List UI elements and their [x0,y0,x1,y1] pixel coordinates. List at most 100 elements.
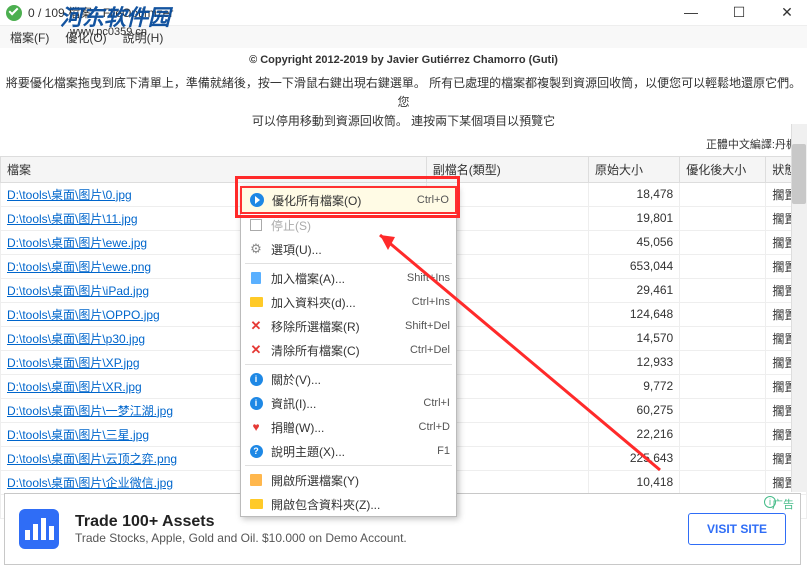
ctx-separator [245,364,452,365]
file-link[interactable]: D:\tools\桌面\图片\11.jpg [7,212,138,226]
file-link[interactable]: D:\tools\桌面\图片\0.jpg [7,188,132,202]
ctx-addfolder-shortcut: Ctrl+Ins [412,296,450,308]
ad-label: 广告 [772,496,794,512]
ctx-clearall-shortcut: Ctrl+Del [410,344,450,356]
col-header-orig[interactable]: 原始大小 [589,156,680,182]
col-header-opt[interactable]: 優化後大小 [680,156,766,182]
ctx-info-label: 資訊(I)... [271,395,423,412]
cell-orig-size: 22,216 [589,422,680,446]
ctx-addfolder-label: 加入資料夾(d)... [271,294,412,311]
cell-orig-size: 14,570 [589,326,680,350]
app-icon [6,5,22,21]
cell-opt-size [680,206,766,230]
cell-opt-size [680,278,766,302]
file-link[interactable]: D:\tools\桌面\图片\ewe.jpg [7,236,147,250]
file-link[interactable]: D:\tools\桌面\图片\XP.jpg [7,356,140,370]
play-icon [248,192,266,208]
ctx-separator [245,263,452,264]
cell-opt-size [680,422,766,446]
ctx-options[interactable]: ⚙ 選項(U)... [241,237,456,261]
clear-icon: ✕ [247,342,265,358]
ctx-opensel-label: 開啟所選檔案(Y) [271,472,450,489]
vertical-scrollbar[interactable] [791,124,807,492]
menu-optimize[interactable]: 優化(O) [57,27,114,48]
ctx-info-shortcut: Ctrl+I [423,397,450,409]
file-link[interactable]: D:\tools\桌面\图片\三星.jpg [7,428,149,442]
file-link[interactable]: D:\tools\桌面\图片\iPad.jpg [7,284,149,298]
ctx-separator [245,465,452,466]
menu-help[interactable]: 說明(H) [115,27,172,48]
ctx-optimize-label: 優化所有檔案(O) [272,192,417,209]
cell-orig-size: 29,461 [589,278,680,302]
question-icon: ? [247,443,265,459]
ctx-optimize-shortcut: Ctrl+O [417,194,449,206]
cell-orig-size: 10,418 [589,470,680,494]
translator-credit: 正體中文編譯:丹楓 [0,134,807,156]
file-link[interactable]: D:\tools\桌面\图片\云顶之弈.png [7,452,177,466]
cell-orig-size: 18,478 [589,182,680,206]
minimize-button[interactable]: — [677,4,705,21]
ctx-about-label: 關於(V)... [271,371,450,388]
info-icon: i [247,371,265,387]
ctx-removesel-shortcut: Shift+Del [405,320,450,332]
ctx-addfile-shortcut: Shift+Ins [407,272,450,284]
file-link[interactable]: D:\tools\桌面\图片\一梦江湖.jpg [7,404,173,418]
cell-orig-size: 45,056 [589,230,680,254]
cell-opt-size [680,302,766,326]
file-link[interactable]: D:\tools\桌面\图片\企业微信.jpg [7,476,173,490]
scrollbar-thumb[interactable] [792,144,806,204]
remove-icon: ✕ [247,318,265,334]
ctx-donate-shortcut: Ctrl+D [419,421,450,433]
ctx-about[interactable]: i 關於(V)... [241,367,456,391]
instructions-text: 將要優化檔案拖曳到底下清單上，準備就緒後，按一下滑鼠右鍵出現右鍵選單。 所有已處… [0,68,807,134]
file-link[interactable]: D:\tools\桌面\图片\XR.jpg [7,380,142,394]
cell-opt-size [680,326,766,350]
file-link[interactable]: D:\tools\桌面\图片\OPPO.jpg [7,308,160,322]
file-link[interactable]: D:\tools\桌面\图片\p30.jpg [7,332,145,346]
ad-visit-button[interactable]: VISIT SITE [688,513,786,545]
file-link[interactable]: D:\tools\桌面\图片\ewe.png [7,260,151,274]
instr-line2: 可以停用移動到資源回收筒。 連按兩下某個項目以預覽它 [252,114,555,128]
copyright-text: © Copyright 2012-2019 by Javier Gutiérre… [0,48,807,68]
cell-orig-size: 653,044 [589,254,680,278]
ctx-help-shortcut: F1 [437,445,450,457]
window-title: 0 / 109 檔案 - FileOptimizer [28,4,677,21]
cell-orig-size: 225,643 [589,446,680,470]
cell-opt-size [680,398,766,422]
ctx-help-topic[interactable]: ? 說明主題(X)... F1 [241,439,456,463]
cell-opt-size [680,254,766,278]
cell-opt-size [680,230,766,254]
cell-orig-size: 19,801 [589,206,680,230]
ctx-info[interactable]: i 資訊(I)... Ctrl+I [241,391,456,415]
ctx-removesel-label: 移除所選檔案(R) [271,318,405,335]
ctx-remove-selected[interactable]: ✕ 移除所選檔案(R) Shift+Del [241,314,456,338]
ctx-open-containing-folder[interactable]: 開啟包含資料夾(Z)... [241,492,456,516]
open-file-icon [247,472,265,488]
ctx-open-selected[interactable]: 開啟所選檔案(Y) [241,468,456,492]
info-icon: i [247,395,265,411]
close-button[interactable]: ✕ [773,4,801,21]
ctx-clear-all[interactable]: ✕ 清除所有檔案(C) Ctrl+Del [241,338,456,362]
col-header-ext[interactable]: 副檔名(類型) [426,156,588,182]
cell-orig-size: 60,275 [589,398,680,422]
ctx-optimize-all[interactable]: 優化所有檔案(O) Ctrl+O [240,186,457,214]
cell-opt-size [680,446,766,470]
cell-opt-size [680,374,766,398]
ad-text: Trade 100+ Assets Trade Stocks, Apple, G… [75,513,407,545]
ctx-add-folder[interactable]: 加入資料夾(d)... Ctrl+Ins [241,290,456,314]
cell-opt-size [680,350,766,374]
menu-file[interactable]: 檔案(F) [2,27,57,48]
ctx-donate[interactable]: ♥ 捐贈(W)... Ctrl+D [241,415,456,439]
open-folder-icon [247,496,265,512]
title-bar: 0 / 109 檔案 - FileOptimizer — ☐ ✕ [0,0,807,26]
cell-opt-size [680,470,766,494]
context-menu: 優化所有檔案(O) Ctrl+O 停止(S) ⚙ 選項(U)... 加入檔案(A… [240,186,457,517]
col-header-file[interactable]: 檔案 [1,156,427,182]
ctx-stop: 停止(S) [241,213,456,237]
ctx-add-file[interactable]: 加入檔案(A)... Shift+Ins [241,266,456,290]
ad-subtitle: Trade Stocks, Apple, Gold and Oil. $10.0… [75,531,407,545]
ctx-stop-label: 停止(S) [271,217,450,234]
maximize-button[interactable]: ☐ [725,4,753,21]
gear-icon: ⚙ [247,241,265,257]
ctx-options-label: 選項(U)... [271,241,450,258]
